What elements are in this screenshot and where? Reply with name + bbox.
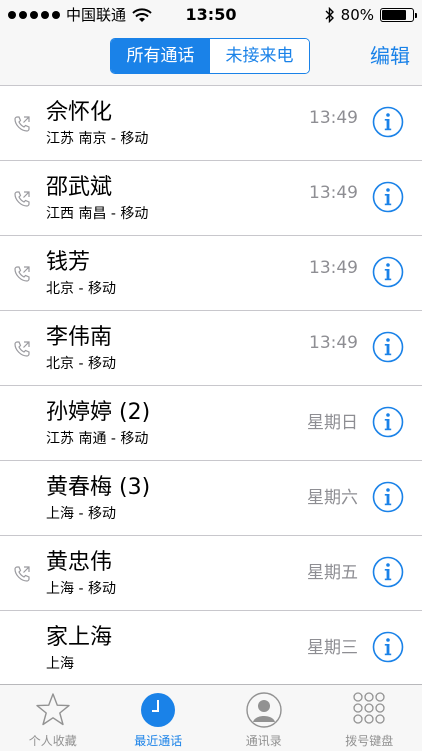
info-icon[interactable]: [372, 181, 404, 213]
tab-recents[interactable]: 最近通话: [106, 685, 212, 751]
contact-location: 江西 南昌 - 移动: [46, 203, 148, 223]
call-row[interactable]: 李伟南 北京 - 移动 13:49: [0, 311, 422, 386]
status-right: 80%: [325, 0, 414, 30]
call-row[interactable]: 黄忠伟 上海 - 移动 星期五: [0, 536, 422, 611]
contact-location: 上海: [46, 653, 74, 673]
contact-name: 李伟南: [46, 319, 112, 351]
outgoing-call-icon: [12, 264, 32, 284]
contact-name: 邵武斌: [46, 169, 112, 201]
info-icon[interactable]: [372, 481, 404, 513]
call-time: 星期三: [307, 633, 358, 658]
bluetooth-icon: [325, 7, 335, 23]
call-time: 13:49: [309, 333, 358, 353]
call-time: 13:49: [309, 183, 358, 203]
battery-percent: 80%: [341, 0, 374, 30]
contact-location: 上海 - 移动: [46, 503, 116, 523]
contact-location: 江苏 南京 - 移动: [46, 128, 148, 148]
contact-name: 黄忠伟: [46, 544, 112, 576]
edit-button[interactable]: 编辑: [370, 38, 410, 74]
contact-name: 家上海: [46, 619, 112, 651]
call-row[interactable]: 钱芳 北京 - 移动 13:49: [0, 236, 422, 311]
outgoing-call-icon: [12, 114, 32, 134]
tab-bar: 个人收藏 最近通话 通讯录 拨号键盘: [0, 684, 422, 751]
contact-name: 钱芳: [46, 244, 90, 276]
info-icon[interactable]: [372, 331, 404, 363]
tab-favorites[interactable]: 个人收藏: [0, 685, 106, 751]
contacts-icon: [245, 691, 283, 729]
segment-missed-calls[interactable]: 未接来电: [210, 39, 309, 73]
contact-location: 北京 - 移动: [46, 278, 116, 298]
keypad-icon: [350, 691, 388, 729]
contact-name: 佘怀化: [46, 94, 112, 126]
outgoing-call-icon: [12, 564, 32, 584]
call-time: 星期日: [307, 408, 358, 433]
clock-icon: [139, 691, 177, 729]
call-time: 星期六: [307, 483, 358, 508]
call-time: 13:49: [309, 258, 358, 278]
info-icon[interactable]: [372, 406, 404, 438]
contact-location: 江苏 南通 - 移动: [46, 428, 148, 448]
info-icon[interactable]: [372, 256, 404, 288]
info-icon[interactable]: [372, 631, 404, 663]
call-row[interactable]: 孙婷婷 (2) 江苏 南通 - 移动 星期日: [0, 386, 422, 461]
star-icon: [34, 691, 72, 729]
contact-name: 黄春梅 (3): [46, 469, 150, 501]
tab-contacts[interactable]: 通讯录: [211, 685, 317, 751]
call-row[interactable]: 黄春梅 (3) 上海 - 移动 星期六: [0, 461, 422, 536]
call-time: 星期五: [307, 558, 358, 583]
contact-name: 孙婷婷 (2): [46, 394, 150, 426]
call-row[interactable]: 佘怀化 江苏 南京 - 移动 13:49: [0, 86, 422, 161]
outgoing-call-icon: [12, 339, 32, 359]
call-time: 13:49: [309, 108, 358, 128]
call-filter-segmented-control[interactable]: 所有通话 未接来电: [110, 38, 310, 74]
battery-fill: [382, 10, 406, 20]
tab-label: 拨号键盘: [317, 732, 422, 749]
status-bar: 中国联通 13:50 80%: [0, 0, 422, 30]
info-icon[interactable]: [372, 556, 404, 588]
recent-calls-list: 佘怀化 江苏 南京 - 移动 13:49 邵武斌 江西 南昌 - 移动 13:4…: [0, 86, 422, 686]
contact-location: 上海 - 移动: [46, 578, 116, 598]
outgoing-call-icon: [12, 189, 32, 209]
tab-keypad[interactable]: 拨号键盘: [317, 685, 422, 751]
segment-all-calls[interactable]: 所有通话: [111, 39, 210, 73]
tab-label: 最近通话: [106, 732, 212, 749]
contact-location: 北京 - 移动: [46, 353, 116, 373]
info-icon[interactable]: [372, 106, 404, 138]
call-row[interactable]: 家上海 上海 星期三: [0, 611, 422, 686]
battery-icon: [380, 8, 414, 22]
call-row[interactable]: 邵武斌 江西 南昌 - 移动 13:49: [0, 161, 422, 236]
tab-label: 个人收藏: [0, 732, 106, 749]
tab-label: 通讯录: [211, 732, 317, 749]
navigation-bar: 所有通话 未接来电 编辑: [0, 30, 422, 86]
